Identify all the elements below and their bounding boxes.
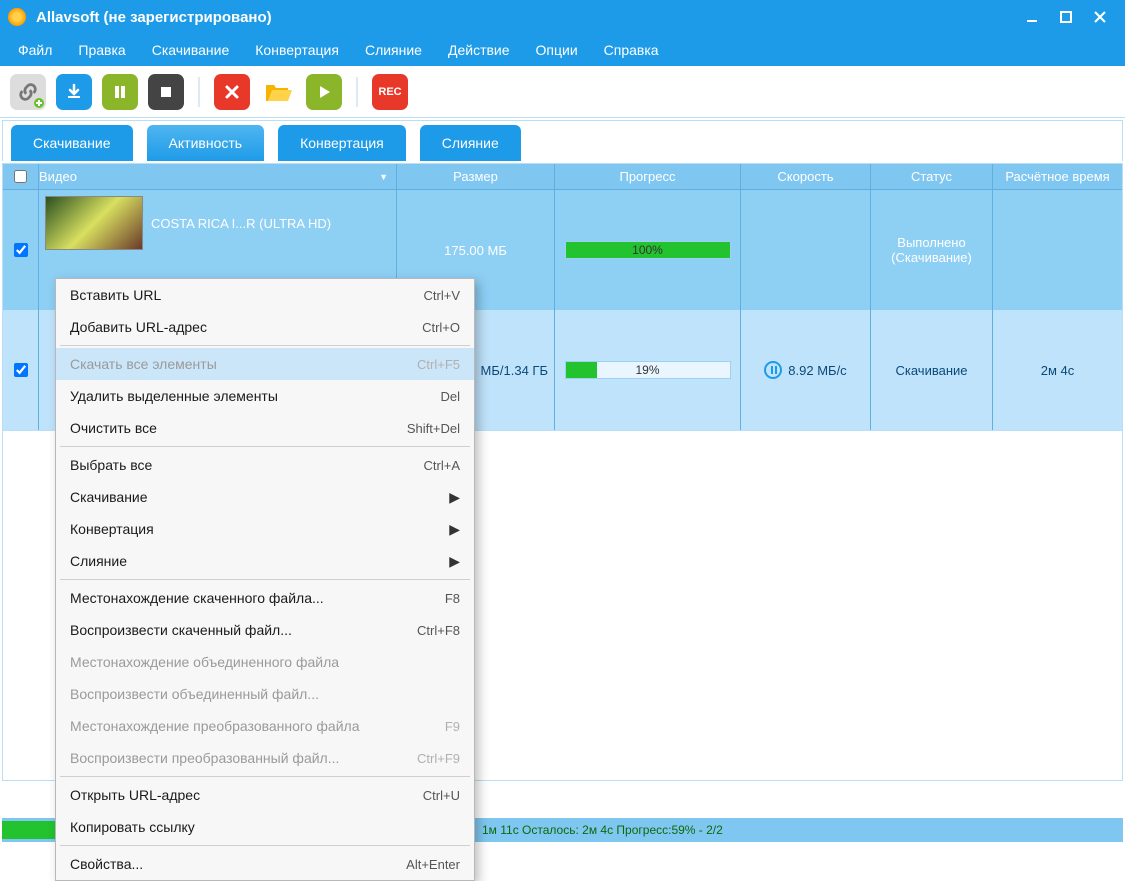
grid-header: Видео▼ Размер Прогресс Скорость Статус Р… xyxy=(3,164,1122,190)
ctx-separator xyxy=(60,345,470,346)
stop-button[interactable] xyxy=(148,74,184,110)
ctx-download-all: Скачать все элементыCtrl+F5 xyxy=(56,348,474,380)
col-video[interactable]: Видео▼ xyxy=(39,164,397,189)
row-checkbox[interactable] xyxy=(14,363,28,377)
ctx-play-converted: Воспроизвести преобразованный файл...Ctr… xyxy=(56,742,474,774)
ctx-locate-downloaded[interactable]: Местонахождение скаченного файла...F8 xyxy=(56,582,474,614)
toolbar-separator xyxy=(356,77,358,107)
col-speed[interactable]: Скорость xyxy=(741,164,871,189)
progress-bar: 100% xyxy=(565,241,731,259)
play-button[interactable] xyxy=(306,74,342,110)
cell-speed xyxy=(741,190,871,310)
status-progress-icon xyxy=(2,821,58,839)
ctx-play-downloaded[interactable]: Воспроизвести скаченный файл...Ctrl+F8 xyxy=(56,614,474,646)
cell-speed: 8.92 МБ/с xyxy=(741,310,871,430)
progress-text: 19% xyxy=(566,362,730,378)
tab-convert[interactable]: Конвертация xyxy=(278,125,406,161)
window-title: Allavsoft (не зарегистрировано) xyxy=(36,9,1015,26)
progress-bar: 19% xyxy=(565,361,731,379)
tab-download[interactable]: Скачивание xyxy=(11,125,133,161)
toolbar-separator xyxy=(198,77,200,107)
menu-action[interactable]: Действие xyxy=(436,38,522,62)
row-checkbox[interactable] xyxy=(14,243,28,257)
ctx-download-sub[interactable]: Скачивание▶ xyxy=(56,481,474,513)
menu-help[interactable]: Справка xyxy=(592,38,671,62)
ctx-locate-merged: Местонахождение объединенного файла xyxy=(56,646,474,678)
cell-status: Выполнено (Скачивание) xyxy=(871,190,993,310)
maximize-button[interactable] xyxy=(1049,5,1083,29)
menu-options[interactable]: Опции xyxy=(524,38,590,62)
toolbar: REC xyxy=(0,66,1125,118)
menu-download[interactable]: Скачивание xyxy=(140,38,242,62)
close-button[interactable] xyxy=(1083,5,1117,29)
col-check[interactable] xyxy=(3,164,39,189)
ctx-locate-converted: Местонахождение преобразованного файлаF9 xyxy=(56,710,474,742)
record-button[interactable]: REC xyxy=(372,74,408,110)
menu-file[interactable]: Файл xyxy=(6,38,64,62)
ctx-merge-sub[interactable]: Слияние▶ xyxy=(56,545,474,577)
ctx-paste-url[interactable]: Вставить URLCtrl+V xyxy=(56,279,474,311)
paste-url-button[interactable] xyxy=(10,74,46,110)
app-logo-icon xyxy=(8,8,26,26)
ctx-separator xyxy=(60,776,470,777)
ctx-separator xyxy=(60,446,470,447)
cell-eta: 2м 4с xyxy=(993,310,1122,430)
col-progress[interactable]: Прогресс xyxy=(555,164,741,189)
col-eta[interactable]: Расчётное время xyxy=(993,164,1122,189)
ctx-add-url[interactable]: Добавить URL-адресCtrl+O xyxy=(56,311,474,343)
cell-status: Скачивание xyxy=(871,310,993,430)
open-folder-button[interactable] xyxy=(260,74,296,110)
col-status[interactable]: Статус xyxy=(871,164,993,189)
cell-eta xyxy=(993,190,1122,310)
pause-button[interactable] xyxy=(102,74,138,110)
download-button[interactable] xyxy=(56,74,92,110)
ctx-copy-link[interactable]: Копировать ссылку xyxy=(56,811,474,843)
menu-edit[interactable]: Правка xyxy=(66,38,137,62)
delete-button[interactable] xyxy=(214,74,250,110)
ctx-play-merged: Воспроизвести объединенный файл... xyxy=(56,678,474,710)
minimize-button[interactable] xyxy=(1015,5,1049,29)
select-all-checkbox[interactable] xyxy=(14,170,27,183)
video-title: COSTA RICA I...R (ULTRA HD) xyxy=(151,216,331,231)
titlebar: Allavsoft (не зарегистрировано) xyxy=(0,0,1125,34)
ctx-delete-selected[interactable]: Удалить выделенные элементыDel xyxy=(56,380,474,412)
menu-merge[interactable]: Слияние xyxy=(353,38,434,62)
context-menu: Вставить URLCtrl+V Добавить URL-адресCtr… xyxy=(55,278,475,881)
col-video-label: Видео xyxy=(39,169,77,184)
menu-convert[interactable]: Конвертация xyxy=(243,38,351,62)
tabs-container: Скачивание Активность Конвертация Слияни… xyxy=(2,120,1123,161)
ctx-select-all[interactable]: Выбрать всеCtrl+A xyxy=(56,449,474,481)
ctx-convert-sub[interactable]: Конвертация▶ xyxy=(56,513,474,545)
ctx-clear-all[interactable]: Очистить всеShift+Del xyxy=(56,412,474,444)
video-thumbnail xyxy=(45,196,143,250)
ctx-properties[interactable]: Свойства...Alt+Enter xyxy=(56,848,474,880)
menubar: Файл Правка Скачивание Конвертация Слиян… xyxy=(0,34,1125,66)
pause-icon xyxy=(764,361,782,379)
tab-activity[interactable]: Активность xyxy=(147,125,265,161)
ctx-separator xyxy=(60,579,470,580)
status-text: 1м 11с Осталось: 2м 4с Прогресс:59% - 2/… xyxy=(482,823,723,837)
speed-value: 8.92 МБ/с xyxy=(788,363,846,378)
tab-merge[interactable]: Слияние xyxy=(420,125,521,161)
ctx-separator xyxy=(60,845,470,846)
col-size[interactable]: Размер xyxy=(397,164,555,189)
progress-text: 100% xyxy=(566,242,730,258)
ctx-open-url[interactable]: Открыть URL-адресCtrl+U xyxy=(56,779,474,811)
